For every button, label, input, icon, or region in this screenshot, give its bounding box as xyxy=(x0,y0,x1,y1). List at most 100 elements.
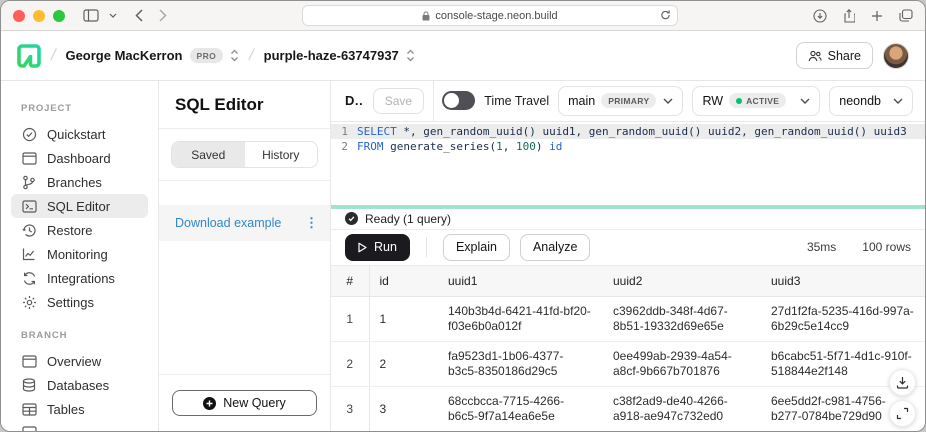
breadcrumb-separator: / xyxy=(49,47,57,65)
id-cell: 2 xyxy=(369,342,438,387)
chart-icon xyxy=(21,247,37,261)
sql-editor-icon xyxy=(21,200,37,213)
table-row[interactable]: 1 1 140b3b4d-6421-41fd-bf20-f03e6b0a012f… xyxy=(331,297,925,342)
compute-select[interactable]: RW ACTIVE xyxy=(692,86,820,116)
saved-query-item[interactable]: Download example ⋮ xyxy=(159,205,330,241)
close-window-icon[interactable] xyxy=(13,10,25,22)
minimize-window-icon[interactable] xyxy=(33,10,45,22)
code-editor[interactable]: 1 SELECT *, gen_random_uuid() uuid1, gen… xyxy=(331,122,925,205)
browser-window: console-stage.neon.build xyxy=(0,0,926,432)
analyze-button[interactable]: Analyze xyxy=(520,234,590,261)
uuid2-cell: c38f2ad9-de40-4266-a918-ae947c732ed0 xyxy=(603,387,761,432)
status-bar: Ready (1 query) xyxy=(331,209,925,230)
expand-results-button[interactable] xyxy=(889,400,916,427)
tab-saved[interactable]: Saved xyxy=(172,142,245,167)
new-query-button[interactable]: New Query xyxy=(172,390,317,416)
row-number-cell: 1 xyxy=(331,297,369,342)
table-row[interactable]: 2 2 fa9523d1-1b06-4377-b3c5-8350186d29c5… xyxy=(331,342,925,387)
sidebar-item-monitoring[interactable]: Monitoring xyxy=(11,242,148,266)
sidebar-item-label: Branches xyxy=(47,175,102,190)
table-icon xyxy=(21,403,37,416)
sidebar-item-dashboard[interactable]: Dashboard xyxy=(11,146,148,170)
sidebar-item-label: Settings xyxy=(47,295,94,310)
sidebar-toggle-icon[interactable] xyxy=(83,9,99,22)
tab-history[interactable]: History xyxy=(245,142,318,167)
column-header[interactable]: # xyxy=(331,266,369,297)
sidebar-item-label: Integrations xyxy=(47,271,115,286)
share-page-icon[interactable] xyxy=(843,9,855,23)
chevron-down-icon xyxy=(893,98,903,104)
status-dot xyxy=(736,98,742,104)
table-row[interactable]: 3 3 68ccbcca-7715-4266-b6c5-9f7a14ea6e5e… xyxy=(331,387,925,432)
sidebar-item-label: Quickstart xyxy=(47,127,106,142)
sql-editor-pane: Download exam... Save Time Travel main P… xyxy=(331,81,925,432)
people-icon xyxy=(808,50,822,62)
row-number-cell: 2 xyxy=(331,342,369,387)
sidebar-item-partial[interactable] xyxy=(11,421,148,432)
time-travel-toggle[interactable] xyxy=(442,91,475,110)
saved-query-name: Download example xyxy=(175,216,281,230)
column-header[interactable]: uuid2 xyxy=(603,266,761,297)
sidebar-item-integrations[interactable]: Integrations xyxy=(11,266,148,290)
run-label: Run xyxy=(374,240,397,254)
status-text: Ready (1 query) xyxy=(365,212,451,226)
window-icon xyxy=(21,152,37,165)
browser-chrome: console-stage.neon.build xyxy=(1,1,925,31)
project-name: purple-haze-63747937 xyxy=(264,48,399,63)
back-icon[interactable] xyxy=(135,9,143,22)
sidebar-item-label: SQL Editor xyxy=(47,199,110,214)
page-title: SQL Editor xyxy=(159,81,330,129)
project-section-label: PROJECT xyxy=(1,103,158,122)
sidebar-item-tables[interactable]: Tables xyxy=(11,397,148,421)
partial-icon xyxy=(21,426,37,432)
save-button[interactable]: Save xyxy=(373,88,424,114)
sidebar-item-databases[interactable]: Databases xyxy=(11,373,148,397)
uuid2-cell: c3962ddb-348f-4d67-8b51-19332d69e65e xyxy=(603,297,761,342)
plus-circle-icon xyxy=(203,397,216,410)
chevron-down-icon xyxy=(800,98,810,104)
branch-select-value: main xyxy=(568,94,595,108)
new-tab-icon[interactable] xyxy=(871,10,883,22)
downloads-icon[interactable] xyxy=(813,9,827,23)
integrations-icon xyxy=(21,271,37,286)
column-header[interactable]: uuid1 xyxy=(438,266,603,297)
sidebar-item-branches[interactable]: Branches xyxy=(11,170,148,194)
divider xyxy=(426,237,427,257)
share-button[interactable]: Share xyxy=(796,42,873,69)
column-header[interactable]: uuid3 xyxy=(761,266,925,297)
lock-icon xyxy=(422,11,430,21)
forward-icon[interactable] xyxy=(159,9,167,22)
run-button[interactable]: Run xyxy=(345,234,410,261)
database-select[interactable]: neondb xyxy=(829,86,913,116)
sidebar-item-label: Restore xyxy=(47,223,93,238)
org-breadcrumb[interactable]: George MacKerron PRO xyxy=(65,48,239,63)
kebab-menu-icon[interactable]: ⋮ xyxy=(305,220,318,226)
neon-logo[interactable] xyxy=(17,44,41,68)
reload-icon[interactable] xyxy=(660,9,671,21)
sidebar-item-settings[interactable]: Settings xyxy=(11,290,148,314)
sidebar-item-quickstart[interactable]: Quickstart xyxy=(11,122,148,146)
code-line: 1 SELECT *, gen_random_uuid() uuid1, gen… xyxy=(331,124,925,139)
download-results-button[interactable] xyxy=(889,369,916,396)
sidebar-item-label: Dashboard xyxy=(47,151,111,166)
project-selector-icon[interactable] xyxy=(406,49,415,62)
project-breadcrumb[interactable]: purple-haze-63747937 xyxy=(264,48,415,63)
database-select-value: neondb xyxy=(839,94,881,108)
org-selector-icon[interactable] xyxy=(230,49,239,62)
sidebar-item-label: Overview xyxy=(47,354,101,369)
maximize-window-icon[interactable] xyxy=(53,10,65,22)
sidebar-item-restore[interactable]: Restore xyxy=(11,218,148,242)
column-header[interactable]: id xyxy=(369,266,438,297)
tab-overview-icon[interactable] xyxy=(899,9,913,22)
chevron-down-icon[interactable] xyxy=(109,13,117,18)
sidebar-item-sql-editor[interactable]: SQL Editor xyxy=(11,194,148,218)
actions-bar: Run Explain Analyze 35ms 100 rows xyxy=(331,230,925,265)
results-table: # id uuid1 uuid2 uuid3 1 1 140b3b4d-6421… xyxy=(331,265,925,432)
branch-select[interactable]: main PRIMARY xyxy=(558,86,683,116)
avatar[interactable] xyxy=(883,43,909,69)
uuid1-cell: 68ccbcca-7715-4266-b6c5-9f7a14ea6e5e xyxy=(438,387,603,432)
address-bar[interactable]: console-stage.neon.build xyxy=(302,5,678,26)
explain-button[interactable]: Explain xyxy=(443,234,510,261)
sidebar-item-overview[interactable]: Overview xyxy=(11,349,148,373)
history-clock-icon xyxy=(21,223,37,238)
